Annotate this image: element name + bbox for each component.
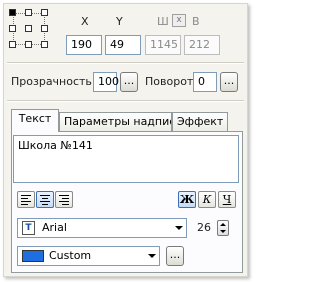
- anchor-grid: [9, 9, 49, 49]
- anchor-top-right[interactable]: [41, 9, 48, 16]
- height-input[interactable]: 212: [184, 35, 220, 55]
- link-size-button[interactable]: x: [172, 14, 186, 27]
- rotation-label: Поворот: [145, 75, 194, 88]
- x-label: X: [81, 15, 89, 28]
- color-name: Custom: [49, 249, 92, 262]
- spin-up-icon: [220, 223, 226, 226]
- font-size-spinner[interactable]: [217, 220, 229, 236]
- tab-effect[interactable]: Эффект: [172, 112, 228, 132]
- anchor-top-left[interactable]: [9, 9, 16, 16]
- anchor-bottom-center[interactable]: [25, 41, 32, 48]
- caption-text-input[interactable]: Школа №141: [13, 135, 239, 183]
- italic-button[interactable]: К: [198, 191, 216, 208]
- spin-down-icon: [220, 230, 226, 233]
- divider: [7, 62, 244, 64]
- align-center-button[interactable]: [36, 191, 54, 208]
- anchor-top-center[interactable]: [25, 9, 32, 16]
- text-properties-panel: X Y Ш x В 190 49 1145 212 Прозрачность 1…: [3, 3, 248, 277]
- chevron-down-icon: [148, 254, 156, 258]
- opacity-label: Прозрачность: [11, 75, 92, 88]
- bold-button[interactable]: Ж: [178, 191, 196, 208]
- y-input[interactable]: 49: [105, 35, 141, 55]
- anchor-middle-right[interactable]: [41, 25, 48, 32]
- anchor-center[interactable]: [25, 25, 32, 32]
- rotation-input[interactable]: 0: [193, 72, 217, 92]
- width-label: Ш: [157, 15, 169, 28]
- font-file-icon: T: [22, 221, 35, 235]
- align-right-button[interactable]: [55, 191, 73, 208]
- height-label: В: [192, 15, 200, 28]
- x-input[interactable]: 190: [66, 35, 102, 55]
- underline-button[interactable]: Ч: [218, 191, 236, 208]
- y-label: Y: [116, 15, 123, 28]
- chevron-down-icon: [175, 226, 183, 230]
- color-more-button[interactable]: ...: [166, 246, 184, 266]
- tab-text[interactable]: Текст: [11, 109, 59, 132]
- width-input[interactable]: 1145: [145, 35, 181, 55]
- opacity-more-button[interactable]: ...: [120, 72, 138, 92]
- anchor-bottom-right[interactable]: [41, 41, 48, 48]
- font-name: Arial: [42, 221, 67, 234]
- rotation-more-button[interactable]: ...: [220, 72, 238, 92]
- divider: [7, 100, 244, 102]
- color-select[interactable]: Custom: [17, 246, 160, 266]
- font-select[interactable]: T Arial: [17, 218, 187, 238]
- color-swatch: [22, 250, 44, 262]
- anchor-bottom-left[interactable]: [9, 41, 16, 48]
- align-left-button[interactable]: [17, 191, 35, 208]
- font-size-value[interactable]: 26: [197, 221, 211, 234]
- opacity-input[interactable]: 100: [93, 72, 119, 92]
- anchor-middle-left[interactable]: [9, 25, 16, 32]
- tab-caption-params[interactable]: Параметры надписи: [59, 112, 172, 132]
